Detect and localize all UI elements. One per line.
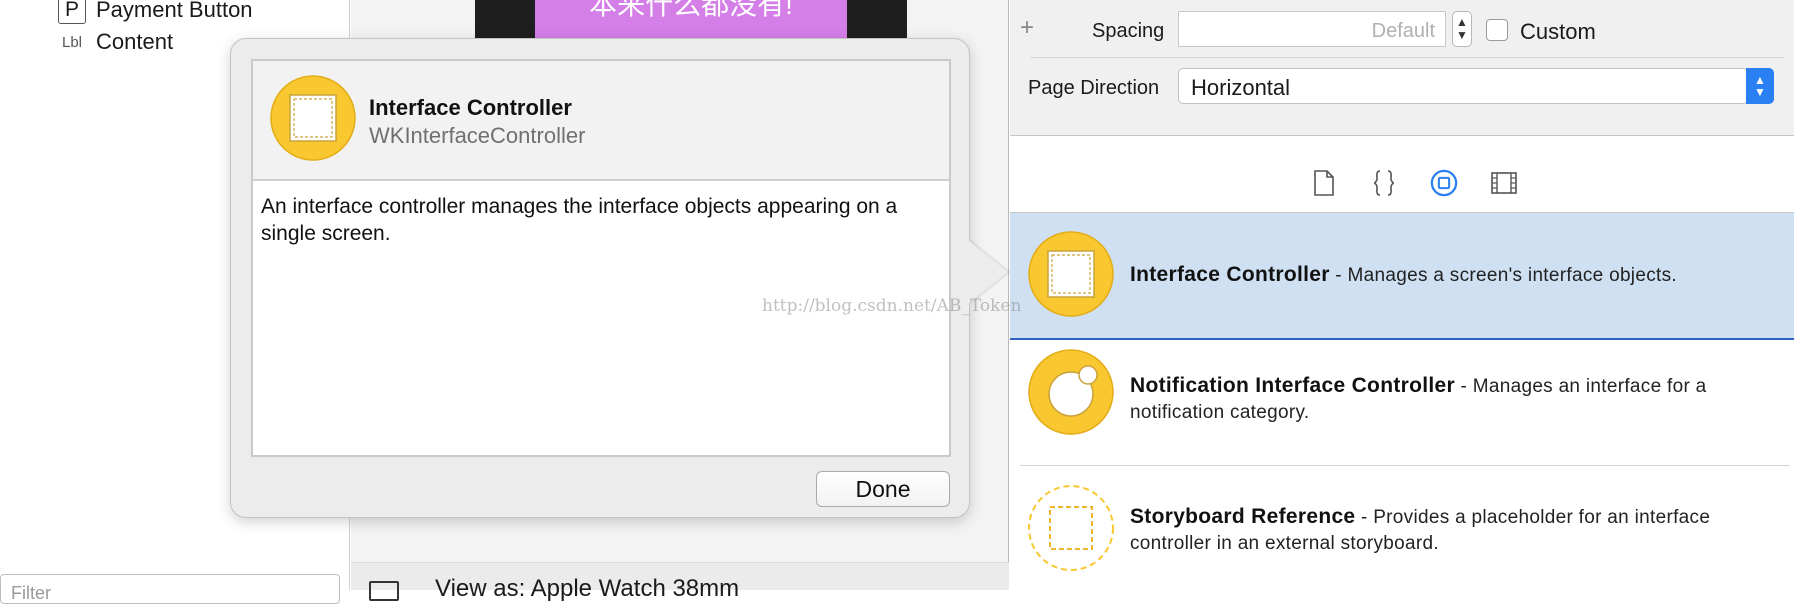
- object-library-icon[interactable]: [1430, 169, 1458, 197]
- stepper-down-icon[interactable]: ▼: [1456, 29, 1468, 42]
- outline-filter-input[interactable]: Filter: [0, 574, 340, 604]
- media-library-icon[interactable]: [1490, 169, 1518, 197]
- code-snippet-icon[interactable]: [1370, 169, 1398, 197]
- popover-content: Interface Controller WKInterfaceControll…: [251, 59, 951, 457]
- done-button[interactable]: Done: [816, 471, 950, 507]
- page-direction-label: Page Direction: [1028, 77, 1160, 99]
- spacing-input[interactable]: Default: [1178, 11, 1446, 47]
- popover-title: Interface Controller: [369, 95, 572, 120]
- divider: [1030, 57, 1784, 58]
- library-item-interface-controller[interactable]: Interface Controller - Manages a screen'…: [1010, 213, 1794, 340]
- watch-screen[interactable]: 本来什么都没有!: [475, 0, 907, 38]
- library-tab-bar: [1010, 155, 1794, 213]
- outline-item-label: Payment Button: [96, 0, 253, 22]
- library-item-title: Notification Interface Controller: [1130, 374, 1455, 397]
- object-info-popover: Interface Controller WKInterfaceControll…: [230, 38, 970, 518]
- custom-checkbox[interactable]: [1486, 19, 1508, 41]
- interface-controller-icon: [270, 75, 356, 166]
- popover-class-name: WKInterfaceController: [369, 123, 586, 148]
- watermark-text: http://blog.csdn.net/AB_Token: [762, 296, 1022, 316]
- view-as-bar: View as: Apple Watch 38mm: [351, 562, 1009, 602]
- outline-item-content[interactable]: Lbl Content: [58, 28, 173, 56]
- library-item-text: Storyboard Reference - Provides a placeh…: [1130, 504, 1770, 557]
- library-item-title: Interface Controller: [1130, 263, 1330, 286]
- popover-arrow: [968, 240, 1008, 304]
- popover-description: An interface controller manages the inte…: [261, 195, 898, 245]
- object-library-list[interactable]: Interface Controller - Manages a screen'…: [1010, 213, 1794, 590]
- library-item-notification-interface-controller[interactable]: Notification Interface Controller - Mana…: [1010, 349, 1794, 477]
- label-badge: Lbl: [61, 33, 83, 51]
- outline-item-label: Content: [96, 29, 174, 54]
- spacing-label: Spacing: [1092, 20, 1165, 42]
- library-item-storyboard-reference[interactable]: Storyboard Reference - Provides a placeh…: [1010, 485, 1794, 590]
- storyboard-reference-icon: [1028, 485, 1114, 576]
- watch-label[interactable]: 本来什么都没有!: [535, 0, 847, 38]
- view-as-label[interactable]: View as: Apple Watch 38mm: [435, 575, 739, 603]
- popover-header: Interface Controller WKInterfaceControll…: [253, 61, 949, 181]
- divider: [1020, 465, 1790, 466]
- payment-button-badge: P: [58, 0, 86, 24]
- device-frame-icon[interactable]: [369, 581, 399, 601]
- select-arrows-icon[interactable]: ▲ ▼: [1746, 68, 1774, 104]
- interface-controller-icon: [1028, 231, 1114, 322]
- library-item-text: Notification Interface Controller - Mana…: [1130, 373, 1770, 426]
- library-item-title: Storyboard Reference: [1130, 505, 1356, 528]
- library-item-description: - Manages a screen's interface objects.: [1329, 265, 1677, 286]
- page-direction-select[interactable]: Horizontal: [1178, 68, 1748, 104]
- notification-controller-icon: [1028, 349, 1114, 440]
- outline-item-payment-button[interactable]: P Payment Button: [58, 0, 253, 24]
- attributes-inspector: + Spacing Default ▲ ▼ Custom Page Direct…: [1010, 0, 1794, 136]
- library-item-text: Interface Controller - Manages a screen'…: [1130, 262, 1770, 289]
- add-variation-button[interactable]: +: [1020, 14, 1034, 42]
- custom-label: Custom: [1520, 19, 1596, 44]
- file-template-icon[interactable]: [1310, 169, 1338, 197]
- spacing-stepper[interactable]: ▲ ▼: [1452, 11, 1472, 47]
